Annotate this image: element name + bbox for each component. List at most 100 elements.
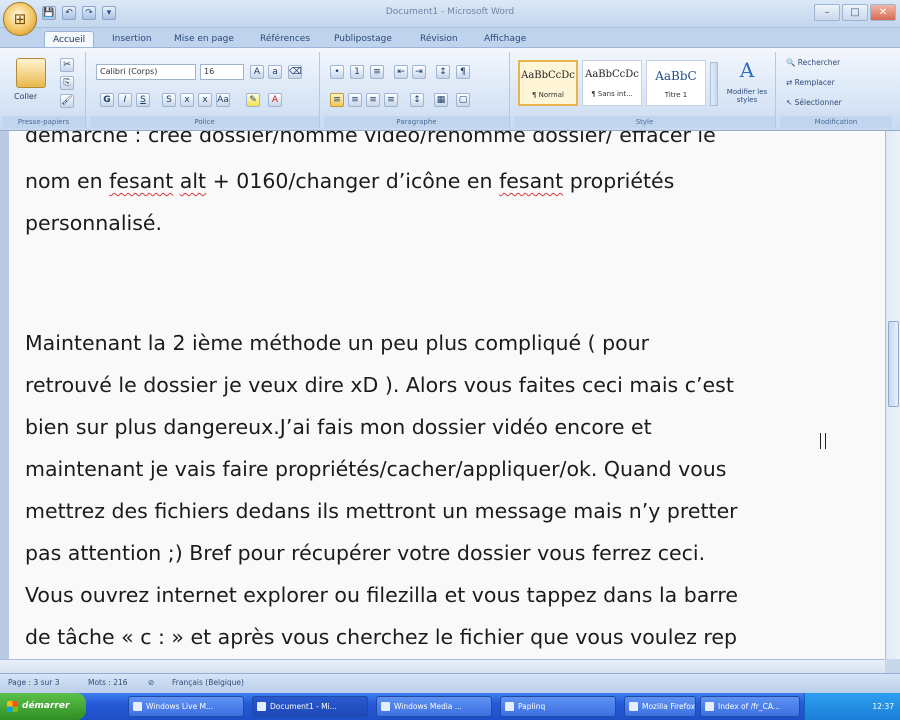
office-button[interactable]: ⊞	[3, 2, 37, 36]
tab-insertion[interactable]: Insertion	[104, 31, 160, 48]
align-center-icon[interactable]: ≡	[348, 93, 362, 107]
tab-mise-en-page[interactable]: Mise en page	[166, 31, 242, 48]
style-normal[interactable]: AaBbCcDc ¶ Normal	[518, 60, 578, 106]
tab-affichage[interactable]: Affichage	[476, 31, 534, 48]
strikethrough-icon[interactable]: S	[162, 93, 176, 107]
increase-indent-icon[interactable]: ⇥	[412, 65, 426, 79]
italic-button[interactable]: I	[118, 93, 132, 107]
taskbar: démarrer Windows Live M... Document1 - M…	[0, 693, 900, 720]
copy-icon[interactable]: ⎘	[60, 76, 74, 90]
styles-group-label: Style	[514, 116, 775, 128]
vertical-scrollbar[interactable]	[885, 131, 900, 659]
vertical-scroll-thumb[interactable]	[888, 321, 899, 407]
tab-references[interactable]: Références	[252, 31, 318, 48]
change-styles-button[interactable]: Modifier les styles	[720, 88, 774, 104]
doc-line-5: Maintenant la 2 ième méthode un peu plus…	[25, 331, 650, 355]
change-case-icon[interactable]: Aa	[216, 93, 230, 107]
doc-line-10: pas attention ;) Bref pour récupérer vot…	[25, 541, 706, 565]
borders-icon[interactable]: ▢	[456, 93, 470, 107]
font-family-combo[interactable]: Calibri (Corps)	[96, 64, 196, 80]
multilevel-list-icon[interactable]: ≡	[370, 65, 384, 79]
task-windows-media[interactable]: Windows Media ...	[376, 696, 492, 717]
style-no-spacing-name: ¶ Sans int...	[591, 90, 633, 98]
maximize-button[interactable]: □	[842, 4, 868, 21]
paste-icon[interactable]	[16, 58, 46, 88]
minimize-button[interactable]: –	[814, 4, 840, 21]
pilcrow-icon[interactable]: ¶	[456, 65, 470, 79]
status-page[interactable]: Page : 3 sur 3	[8, 678, 60, 687]
binoculars-icon: 🔍	[786, 58, 798, 67]
numbering-icon[interactable]: 1	[350, 65, 364, 79]
editing-group: 🔍 Rechercher ⇄ Remplacer ↖ Sélectionner …	[780, 52, 892, 128]
font-size-combo[interactable]: 16	[200, 64, 244, 80]
style-no-spacing-sample: AaBbCcDc	[585, 69, 639, 80]
task-firefox[interactable]: Mozilla Firefox	[624, 696, 696, 717]
task-paplinq[interactable]: Paplinq	[500, 696, 616, 717]
ibeam-cursor	[820, 433, 826, 449]
tab-revision[interactable]: Révision	[412, 31, 466, 48]
word-window: ⊞ 💾 ↶ ↷ ▾ Document1 - Microsoft Word – □…	[0, 0, 900, 720]
format-painter-icon[interactable]: 🖌	[60, 94, 74, 108]
clear-format-icon[interactable]: ⌫	[288, 65, 302, 79]
line-spacing-icon[interactable]: ↕	[410, 93, 424, 107]
find-button[interactable]: 🔍 Rechercher	[786, 58, 840, 67]
window-controls: – □ ✕	[814, 4, 896, 21]
ribbon-tabs: Accueil Insertion Mise en page Référence…	[0, 28, 900, 48]
font-color-icon[interactable]: A	[268, 93, 282, 107]
bold-button[interactable]: G	[100, 93, 114, 107]
clipboard-group-label: Presse-papiers	[2, 116, 85, 128]
replace-icon: ⇄	[786, 78, 795, 87]
paragraph-group: • 1 ≡ ⇤ ⇥ ↕ ¶ ≡ ≡ ≡ ≡ ↕ ▦ ▢ Paragraphe	[324, 52, 510, 128]
align-left-icon[interactable]: ≡	[330, 93, 344, 107]
shrink-font-icon[interactable]: a	[268, 65, 282, 79]
style-no-spacing[interactable]: AaBbCcDc ¶ Sans int...	[582, 60, 642, 106]
office-logo-icon: ⊞	[13, 10, 27, 28]
start-button[interactable]: démarrer	[0, 693, 86, 720]
style-heading-1-sample: AaBbC	[655, 69, 697, 83]
subscript-icon[interactable]: x	[180, 93, 194, 107]
change-styles-icon[interactable]: A	[730, 58, 764, 84]
document-page[interactable]: démarche : crée dossier/nomme vidéo/reno…	[9, 131, 885, 659]
tab-accueil[interactable]: Accueil	[44, 31, 95, 48]
sort-icon[interactable]: ↕	[436, 65, 450, 79]
tab-publipostage[interactable]: Publipostage	[326, 31, 400, 48]
doc-line-8: maintenant je vais faire propriétés/cach…	[25, 457, 727, 481]
style-normal-name: ¶ Normal	[531, 91, 564, 99]
paragraph-group-label: Paragraphe	[324, 116, 509, 128]
highlight-icon[interactable]: ✎	[246, 93, 260, 107]
cut-icon[interactable]: ✂	[60, 58, 74, 72]
status-language[interactable]: Français (Belgique)	[172, 678, 244, 687]
decrease-indent-icon[interactable]: ⇤	[394, 65, 408, 79]
doc-line-11: Vous ouvrez internet explorer ou filezil…	[25, 583, 738, 607]
task-document1[interactable]: Document1 - Mi...	[252, 696, 368, 717]
task-windows-live[interactable]: Windows Live M...	[128, 696, 244, 717]
font-group: Calibri (Corps) 16 A a ⌫ G I S S x x Aa …	[90, 52, 320, 128]
horizontal-scrollbar[interactable]	[0, 659, 885, 673]
paste-button[interactable]: Coller	[14, 92, 37, 101]
close-button[interactable]: ✕	[870, 4, 896, 21]
grow-font-icon[interactable]: A	[250, 65, 264, 79]
select-button[interactable]: ↖ Sélectionner	[786, 98, 842, 107]
shading-icon[interactable]: ▦	[434, 93, 448, 107]
doc-line-7: bien sur plus dangereux.J’ai fais mon do…	[25, 415, 652, 439]
proofing-icon[interactable]: ⊘	[148, 678, 154, 687]
styles-scroll[interactable]	[710, 62, 718, 106]
bullets-icon[interactable]: •	[330, 65, 344, 79]
underline-button[interactable]: S	[136, 93, 150, 107]
justify-icon[interactable]: ≡	[384, 93, 398, 107]
doc-line-2-text: nom en fesant alt + 0160/changer d’icône…	[25, 169, 675, 193]
editing-group-label: Modification	[780, 116, 892, 128]
status-words[interactable]: Mots : 216	[88, 678, 128, 687]
status-bar: Page : 3 sur 3 Mots : 216 ⊘ Français (Be…	[0, 673, 900, 693]
superscript-icon[interactable]: x	[198, 93, 212, 107]
align-right-icon[interactable]: ≡	[366, 93, 380, 107]
title-bar: ⊞ 💾 ↶ ↷ ▾ Document1 - Microsoft Word – □…	[0, 0, 900, 36]
style-heading-1[interactable]: AaBbC Titre 1	[646, 60, 706, 106]
doc-line-1: démarche : crée dossier/nomme vidéo/reno…	[25, 131, 716, 147]
select-arrow-icon: ↖	[786, 98, 795, 107]
replace-button[interactable]: ⇄ Remplacer	[786, 78, 835, 87]
doc-line-12: de tâche « c : » et après vous cherchez …	[25, 625, 737, 649]
task-index[interactable]: Index of /fr_CA...	[700, 696, 800, 717]
clock[interactable]: 12:37	[872, 702, 894, 711]
style-heading-1-name: Titre 1	[664, 91, 688, 99]
